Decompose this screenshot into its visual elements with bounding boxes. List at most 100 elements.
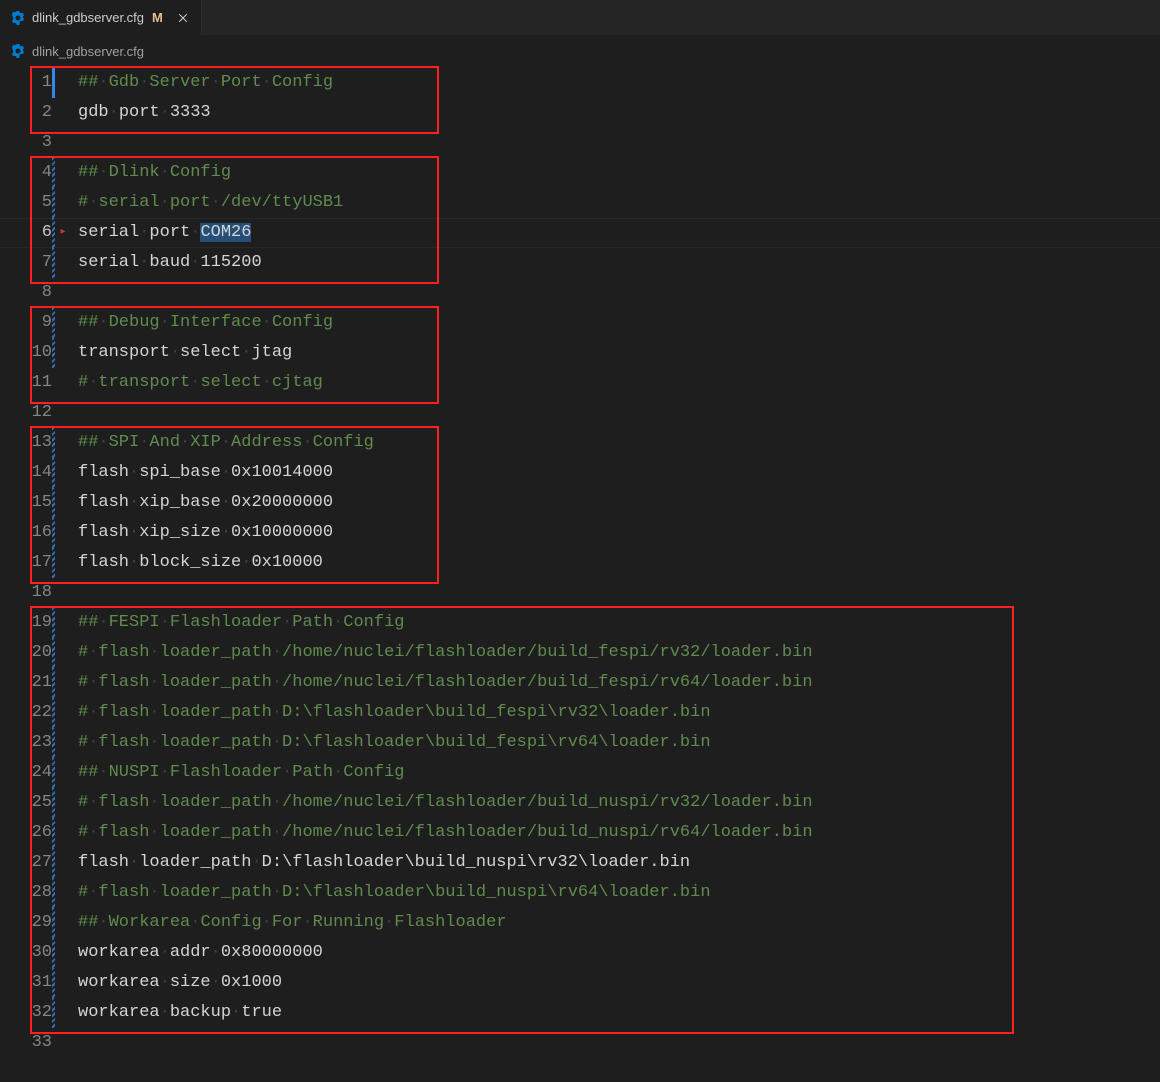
line-number: 7	[0, 248, 58, 278]
line-number: 23	[0, 728, 58, 758]
code-line[interactable]: ##·SPI·And·XIP·Address·Config	[78, 428, 813, 458]
code-line[interactable]	[78, 398, 813, 428]
diff-indicator	[52, 878, 55, 908]
code-line[interactable]: flash·xip_size·0x10000000	[78, 518, 813, 548]
line-number: 21	[0, 668, 58, 698]
diff-indicator	[52, 818, 55, 848]
triangle-icon: ▸	[58, 218, 68, 248]
line-number: 8	[0, 278, 58, 308]
diff-indicator	[52, 68, 55, 98]
line-number: 31	[0, 968, 58, 998]
diff-indicator	[52, 908, 55, 938]
line-number: 26	[0, 818, 58, 848]
code-line[interactable]: #·flash·loader_path·D:\flashloader\build…	[78, 878, 813, 908]
breadcrumb[interactable]: dlink_gdbserver.cfg	[0, 36, 1160, 64]
diff-indicator	[52, 248, 55, 278]
diff-indicator	[52, 518, 55, 548]
diff-indicator	[52, 428, 55, 458]
code-line[interactable]: serial·port·COM26	[78, 218, 813, 248]
line-number: 2	[0, 98, 58, 128]
diff-indicator	[52, 998, 55, 1028]
diff-indicator	[52, 158, 55, 188]
line-number: 16	[0, 518, 58, 548]
code-line[interactable]: flash·block_size·0x10000	[78, 548, 813, 578]
code-line[interactable]	[78, 578, 813, 608]
diff-indicator	[52, 848, 55, 878]
code-area[interactable]: ##·Gdb·Server·Port·Configgdb·port·3333 ##…	[78, 68, 813, 1058]
code-line[interactable]: flash·spi_base·0x10014000	[78, 458, 813, 488]
diff-indicator	[52, 638, 55, 668]
line-number: 4	[0, 158, 58, 188]
code-line[interactable]: ##·Dlink·Config	[78, 158, 813, 188]
code-line[interactable]: ##·FESPI·Flashloader·Path·Config	[78, 608, 813, 638]
line-number: 9	[0, 308, 58, 338]
code-line[interactable]	[78, 278, 813, 308]
line-number: 20	[0, 638, 58, 668]
diff-indicator	[52, 668, 55, 698]
breadcrumb-filename: dlink_gdbserver.cfg	[32, 44, 144, 59]
line-number: 22	[0, 698, 58, 728]
line-number: 1	[0, 68, 58, 98]
diff-indicator	[52, 788, 55, 818]
line-number: 18	[0, 578, 58, 608]
diff-indicator	[52, 938, 55, 968]
code-line[interactable]: workarea·backup·true	[78, 998, 813, 1028]
code-line[interactable]: ##·Debug·Interface·Config	[78, 308, 813, 338]
code-line[interactable]: #·flash·loader_path·D:\flashloader\build…	[78, 698, 813, 728]
diff-indicator	[52, 968, 55, 998]
diff-indicator	[52, 338, 55, 368]
code-line[interactable]: #·flash·loader_path·/home/nuclei/flashlo…	[78, 638, 813, 668]
close-icon[interactable]	[175, 10, 191, 26]
code-line[interactable]: transport·select·jtag	[78, 338, 813, 368]
code-line[interactable]: #·flash·loader_path·/home/nuclei/flashlo…	[78, 788, 813, 818]
diff-indicator	[52, 458, 55, 488]
glyph-margin: ▸	[58, 64, 68, 1058]
line-number: 10	[0, 338, 58, 368]
line-number: 29	[0, 908, 58, 938]
line-number: 12	[0, 398, 58, 428]
code-line[interactable]: ##·Gdb·Server·Port·Config	[78, 68, 813, 98]
diff-indicator	[52, 188, 55, 218]
code-line[interactable]: ##·Workarea·Config·For·Running·Flashload…	[78, 908, 813, 938]
code-line[interactable]: #·flash·loader_path·/home/nuclei/flashlo…	[78, 818, 813, 848]
line-number: 30	[0, 938, 58, 968]
line-number: 17	[0, 548, 58, 578]
code-line[interactable]: workarea·size·0x1000	[78, 968, 813, 998]
code-line[interactable]: #·flash·loader_path·/home/nuclei/flashlo…	[78, 668, 813, 698]
tab-filename: dlink_gdbserver.cfg	[32, 10, 144, 25]
line-number: 6	[0, 218, 58, 248]
line-number: 15	[0, 488, 58, 518]
tab-bar: dlink_gdbserver.cfg M	[0, 0, 1160, 36]
diff-indicator	[52, 728, 55, 758]
code-line[interactable]	[78, 128, 813, 158]
diff-indicator	[52, 548, 55, 578]
line-number: 19	[0, 608, 58, 638]
line-number: 27	[0, 848, 58, 878]
diff-indicator	[52, 488, 55, 518]
line-number: 24	[0, 758, 58, 788]
diff-indicator	[52, 608, 55, 638]
line-number: 25	[0, 788, 58, 818]
diff-indicator	[52, 698, 55, 728]
code-line[interactable]: #·serial·port·/dev/ttyUSB1	[78, 188, 813, 218]
code-line[interactable]: flash·xip_base·0x20000000	[78, 488, 813, 518]
gear-icon	[10, 43, 26, 59]
editor[interactable]: 1234567891011121314151617181920212223242…	[0, 64, 1160, 1082]
code-line[interactable]: gdb·port·3333	[78, 98, 813, 128]
tab-modified-marker: M	[152, 10, 163, 25]
line-number: 32	[0, 998, 58, 1028]
tab-active[interactable]: dlink_gdbserver.cfg M	[0, 0, 202, 35]
code-line[interactable]: flash·loader_path·D:\flashloader\build_n…	[78, 848, 813, 878]
code-line[interactable]: #·transport·select·cjtag	[78, 368, 813, 398]
line-number: 13	[0, 428, 58, 458]
code-line[interactable]: ##·NUSPI·Flashloader·Path·Config	[78, 758, 813, 788]
line-number: 5	[0, 188, 58, 218]
diff-indicator	[52, 758, 55, 788]
code-line[interactable]: serial·baud·115200	[78, 248, 813, 278]
code-line[interactable]	[78, 1028, 813, 1058]
line-number: 11	[0, 368, 58, 398]
code-line[interactable]: workarea·addr·0x80000000	[78, 938, 813, 968]
line-number: 3	[0, 128, 58, 158]
code-line[interactable]: #·flash·loader_path·D:\flashloader\build…	[78, 728, 813, 758]
gutter: 1234567891011121314151617181920212223242…	[0, 64, 58, 1058]
